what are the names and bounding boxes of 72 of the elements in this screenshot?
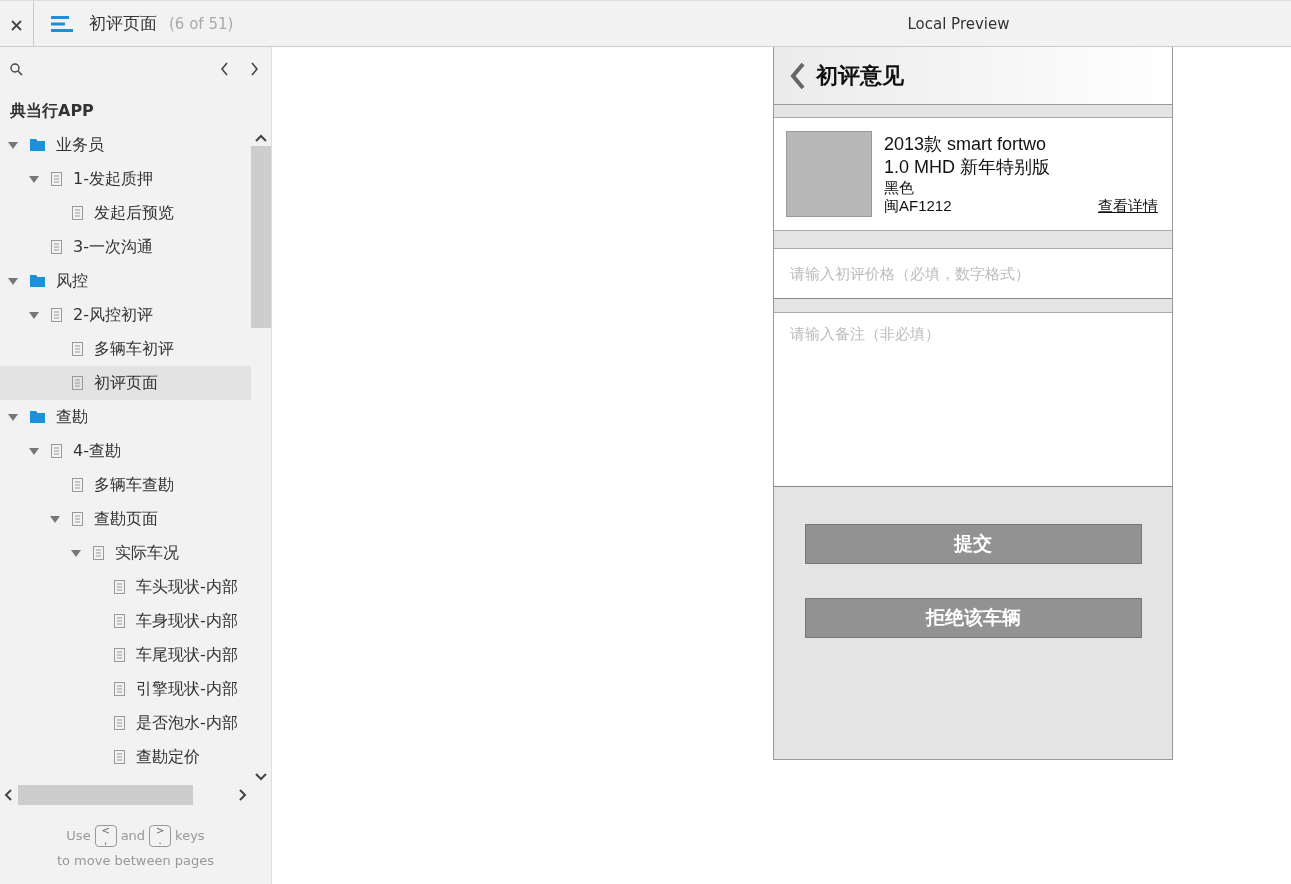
expand-triangle-icon[interactable]: [29, 447, 39, 455]
tree-item[interactable]: 发起后预览: [0, 196, 251, 230]
hint-text: and: [120, 827, 146, 845]
tree-item[interactable]: 初评页面: [0, 366, 251, 400]
keyboard-key: < ,: [94, 824, 117, 847]
page-icon: [72, 376, 83, 390]
scrollbar-thumb[interactable]: [18, 785, 193, 805]
expand-triangle-icon[interactable]: [8, 141, 18, 149]
tree-item[interactable]: 车身现状-内部: [0, 604, 251, 638]
expand-triangle-icon[interactable]: [29, 311, 39, 319]
preview-label: Local Preview: [907, 14, 1010, 33]
expand-triangle-icon[interactable]: [50, 515, 60, 523]
expand-triangle-icon[interactable]: [8, 277, 18, 285]
page-icon: [51, 308, 62, 322]
folder-icon: [30, 411, 45, 423]
tree-item[interactable]: 车尾现状-内部: [0, 638, 251, 672]
tree-item[interactable]: 查勘页面: [0, 502, 251, 536]
details-link[interactable]: 查看详情: [1098, 196, 1158, 216]
keyboard-key: > .: [149, 824, 172, 847]
tree-item[interactable]: 3-一次沟通: [0, 230, 251, 264]
hint-text: Use: [66, 827, 91, 845]
page-icon: [51, 444, 62, 458]
menu-icon[interactable]: [51, 15, 73, 32]
folder-icon: [30, 139, 45, 151]
project-title: 典当行APP: [9, 100, 95, 122]
car-color: 黑色: [884, 178, 915, 197]
page-icon: [72, 206, 83, 220]
close-icon[interactable]: [11, 19, 22, 31]
car-name: 2013款 smart fortwo: [884, 132, 1048, 156]
page-icon: [72, 342, 83, 356]
tree-item[interactable]: 1-发起质押: [0, 162, 251, 196]
phone-title: 初评意见: [816, 61, 904, 90]
expand-triangle-icon[interactable]: [8, 413, 18, 421]
hint-text: to move between pages: [55, 852, 216, 870]
tree-item[interactable]: 2-风控初评: [0, 298, 251, 332]
page-icon: [93, 546, 104, 560]
folder-icon: [30, 275, 45, 287]
page-icon: [114, 716, 125, 730]
page-icon: [72, 512, 83, 526]
page-icon: [114, 750, 125, 764]
search-icon[interactable]: [10, 62, 23, 76]
previous-page-icon[interactable]: [220, 62, 229, 76]
car-name: 1.0 MHD 新年特别版: [884, 155, 1052, 179]
page-icon: [114, 682, 125, 696]
tree-item[interactable]: 多辆车初评: [0, 332, 251, 366]
tree-item[interactable]: 业务员: [0, 128, 251, 162]
tree-item[interactable]: 多辆车查勘: [0, 468, 251, 502]
tree-item[interactable]: 查勘: [0, 400, 251, 434]
tree-item[interactable]: 是否泡水-内部: [0, 706, 251, 740]
tree-item[interactable]: 风控: [0, 264, 251, 298]
tree-item[interactable]: 4-查勘: [0, 434, 251, 468]
page-icon: [51, 172, 62, 186]
tree-item[interactable]: 实际车况: [0, 536, 251, 570]
expand-triangle-icon[interactable]: [29, 175, 39, 183]
expand-triangle-icon[interactable]: [71, 549, 81, 557]
scrollbar-thumb[interactable]: [251, 146, 271, 328]
page-title: 初评页面: [89, 12, 157, 35]
hint-text: keys: [175, 827, 205, 845]
page-icon: [114, 580, 125, 594]
back-icon[interactable]: [790, 61, 806, 90]
car-plate: 闽AF1212: [884, 196, 952, 216]
page-icon: [51, 240, 62, 254]
note-input-field[interactable]: 请输入备注（非必填）: [774, 313, 1172, 487]
next-page-icon[interactable]: [250, 62, 259, 76]
page-icon: [114, 648, 125, 662]
price-input-field[interactable]: 请输入初评价格（必填，数字格式）: [774, 249, 1172, 299]
tree-item[interactable]: 车头现状-内部: [0, 570, 251, 604]
tree-item[interactable]: 引擎现状-内部: [0, 672, 251, 706]
page-icon: [114, 614, 125, 628]
tree-item[interactable]: 查勘定价: [0, 740, 251, 774]
page-count: (6 of 51): [169, 14, 234, 33]
page-icon: [72, 478, 83, 492]
